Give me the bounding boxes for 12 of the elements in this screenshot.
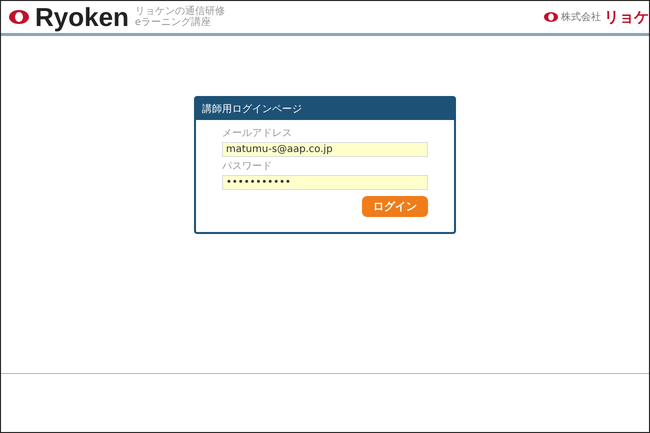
logo: Ryoken — [35, 2, 129, 32]
logo-mark-icon — [544, 12, 558, 22]
input-field[interactable]: matumu-s@aap.co.jp — [222, 142, 428, 157]
field-label: メールアドレス — [222, 127, 293, 140]
company-name: リョケ — [604, 8, 649, 26]
logo-mark-icon — [9, 10, 29, 24]
input-field[interactable]: ••••••••••• — [222, 175, 428, 190]
panel-title: 講師用ログインページ — [196, 98, 454, 120]
field-label: パスワード — [222, 160, 273, 173]
tagline: eラーニング講座 — [134, 17, 212, 28]
company-prefix: 株式会社 — [561, 10, 601, 24]
tagline: リョケンの通信研修 — [134, 6, 225, 17]
